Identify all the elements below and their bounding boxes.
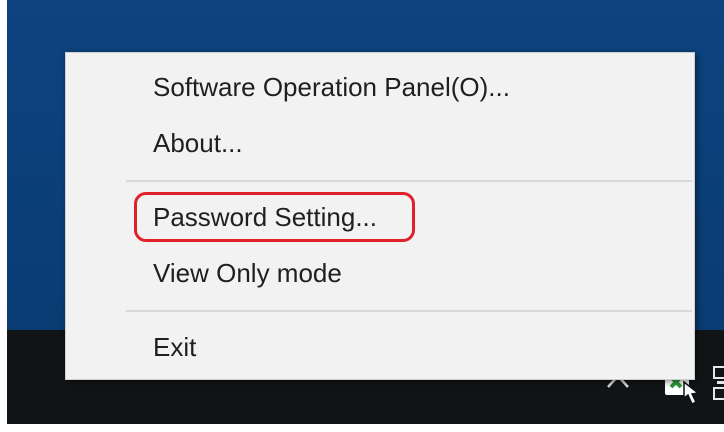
desktop-screen: Software Operation Panel(O)... About... …: [7, 0, 724, 424]
menu-item-view-only-mode[interactable]: View Only mode: [66, 250, 694, 296]
password-setting-highlight: [134, 192, 415, 242]
menu-separator: [126, 180, 692, 182]
tray-context-menu: Software Operation Panel(O)... About... …: [65, 52, 695, 380]
menu-item-software-operation-panel[interactable]: Software Operation Panel(O)...: [66, 64, 694, 110]
network-icon[interactable]: [711, 364, 724, 404]
menu-item-exit[interactable]: Exit: [66, 324, 694, 370]
menu-item-about[interactable]: About...: [66, 120, 694, 166]
menu-separator: [126, 310, 692, 312]
